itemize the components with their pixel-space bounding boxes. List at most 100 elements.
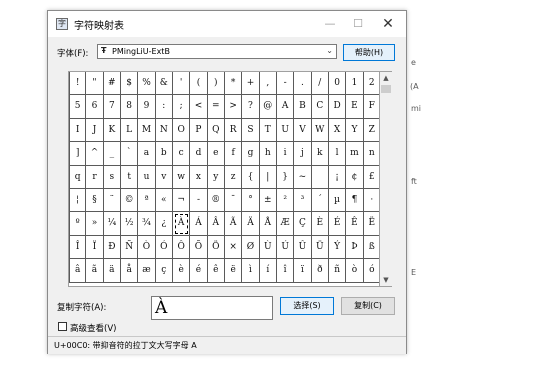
character-cell[interactable]: Q: [207, 118, 225, 143]
character-cell[interactable]: é: [190, 259, 208, 283]
character-cell[interactable]: æ: [138, 259, 156, 283]
character-cell[interactable]: Ò: [138, 235, 156, 260]
character-cell[interactable]: Ü: [311, 235, 329, 260]
character-cell[interactable]: h: [259, 142, 277, 166]
character-cell[interactable]: Û: [294, 235, 312, 260]
character-cell[interactable]: ¡: [328, 165, 347, 189]
character-cell[interactable]: T: [259, 118, 277, 143]
character-cell[interactable]: =: [207, 95, 225, 119]
character-cell[interactable]: >: [224, 95, 243, 119]
character-cell[interactable]: 5: [69, 95, 87, 119]
character-cell[interactable]: É: [328, 212, 347, 236]
character-cell[interactable]: Y: [346, 118, 364, 143]
character-cell[interactable]: C: [311, 95, 329, 119]
character-cell[interactable]: ¨: [103, 189, 121, 213]
character-cell[interactable]: M: [138, 118, 156, 143]
character-cell[interactable]: v: [155, 165, 173, 189]
copy-characters-input[interactable]: À: [151, 296, 273, 320]
character-cell[interactable]: í: [259, 259, 277, 283]
character-cell[interactable]: Ó: [155, 235, 173, 260]
character-cell[interactable]: +: [242, 72, 260, 96]
character-cell[interactable]: y: [207, 165, 225, 189]
character-cell[interactable]: 2: [363, 72, 379, 96]
character-cell[interactable]: n: [363, 142, 379, 166]
character-cell[interactable]: ì: [242, 259, 260, 283]
character-cell[interactable]: ": [86, 72, 104, 96]
character-cell[interactable]: E: [346, 95, 364, 119]
character-cell[interactable]: 6: [86, 95, 104, 119]
character-cell[interactable]: 7: [103, 95, 121, 119]
character-grid[interactable]: !"#$%&'()*+,-./0123456789:;<=>?@ABCDEFGH…: [68, 71, 380, 287]
character-cell[interactable]: ¶: [346, 189, 364, 213]
character-cell[interactable]: B: [294, 95, 312, 119]
character-cell[interactable]: Ö: [207, 235, 225, 260]
character-cell[interactable]: ': [172, 72, 191, 96]
character-cell[interactable]: F: [363, 95, 379, 119]
grid-scrollbar[interactable]: ▲ ▼: [380, 71, 392, 287]
scrollbar-thumb[interactable]: [381, 85, 391, 93]
character-cell[interactable]: a: [138, 142, 156, 166]
character-cell[interactable]: k: [311, 142, 329, 166]
character-cell[interactable]: Î: [69, 235, 87, 260]
character-cell[interactable]: Ñ: [120, 235, 139, 260]
character-cell[interactable]: ¿: [155, 212, 173, 236]
advanced-view-label[interactable]: 高级查看(V): [70, 322, 116, 334]
character-cell[interactable]: Ä: [242, 212, 260, 236]
character-cell[interactable]: î: [276, 259, 295, 283]
character-cell[interactable]: S: [242, 118, 260, 143]
character-cell[interactable]: ð: [311, 259, 329, 283]
character-cell[interactable]: Ç: [294, 212, 312, 236]
character-cell[interactable]: Ð: [103, 235, 121, 260]
character-cell[interactable]: «: [155, 189, 173, 213]
character-cell[interactable]: 0: [328, 72, 347, 96]
character-cell[interactable]: È: [311, 212, 329, 236]
character-cell[interactable]: ï: [294, 259, 312, 283]
character-cell[interactable]: ë: [224, 259, 243, 283]
character-cell[interactable]: ò: [346, 259, 364, 283]
character-cell[interactable]: `: [120, 142, 139, 166]
character-cell[interactable]: -: [190, 189, 208, 213]
character-cell[interactable]: d: [190, 142, 208, 166]
character-cell[interactable]: ³: [294, 189, 312, 213]
character-cell[interactable]: j: [294, 142, 312, 166]
character-cell[interactable]: ó: [363, 259, 379, 283]
character-cell[interactable]: 9: [138, 95, 156, 119]
character-cell[interactable]: _: [103, 142, 121, 166]
character-cell[interactable]: R: [224, 118, 243, 143]
character-cell[interactable]: ×: [224, 235, 243, 260]
character-cell[interactable]: Þ: [346, 235, 364, 260]
character-cell[interactable]: ¼: [103, 212, 121, 236]
character-cell[interactable]: [311, 165, 329, 189]
character-cell[interactable]: D: [328, 95, 347, 119]
character-cell[interactable]: -: [276, 72, 295, 96]
character-cell[interactable]: I: [69, 118, 87, 143]
character-cell[interactable]: .: [294, 72, 312, 96]
character-cell[interactable]: Õ: [190, 235, 208, 260]
character-cell[interactable]: $: [120, 72, 139, 96]
character-cell[interactable]: O: [172, 118, 191, 143]
character-cell[interactable]: Æ: [276, 212, 295, 236]
character-cell[interactable]: %: [138, 72, 156, 96]
character-cell[interactable]: :: [155, 95, 173, 119]
character-cell[interactable]: º: [69, 212, 87, 236]
character-cell[interactable]: Ú: [276, 235, 295, 260]
character-cell[interactable]: Ý: [328, 235, 347, 260]
character-cell[interactable]: V: [294, 118, 312, 143]
character-cell[interactable]: W: [311, 118, 329, 143]
character-cell[interactable]: J: [86, 118, 104, 143]
character-cell[interactable]: K: [103, 118, 121, 143]
character-cell[interactable]: {: [242, 165, 260, 189]
character-cell[interactable]: #: [103, 72, 121, 96]
close-button[interactable]: ✕: [374, 11, 402, 37]
character-cell[interactable]: µ: [328, 189, 347, 213]
character-cell[interactable]: Ã: [224, 212, 243, 236]
character-cell[interactable]: ß: [363, 236, 379, 260]
character-cell[interactable]: U: [276, 118, 295, 143]
character-cell[interactable]: å: [120, 259, 139, 283]
character-cell[interactable]: ¢: [346, 165, 364, 189]
character-cell[interactable]: @: [259, 95, 277, 119]
font-dropdown[interactable]: Ŧ PMingLiU-ExtB ⌄: [97, 44, 337, 59]
character-cell[interactable]: §: [86, 189, 104, 213]
character-cell[interactable]: u: [138, 165, 156, 189]
character-cell[interactable]: i: [276, 142, 295, 166]
